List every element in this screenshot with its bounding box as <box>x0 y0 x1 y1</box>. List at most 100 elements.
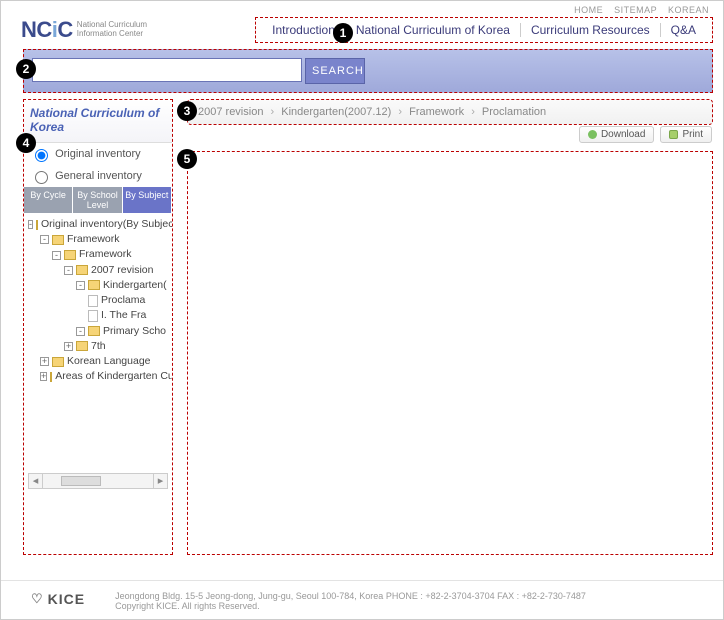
logo-sub1: National Curriculum <box>77 20 147 29</box>
collapse-icon[interactable]: - <box>52 251 61 260</box>
nav-nck[interactable]: National Curriculum of Korea <box>346 21 520 39</box>
document-icon <box>88 295 98 307</box>
callout-4: 4 <box>16 133 36 153</box>
callout-5: 5 <box>177 149 197 169</box>
tree-view[interactable]: -Original inventory(By Subject -Framewor… <box>24 213 172 469</box>
search-input[interactable] <box>32 58 302 82</box>
tree-framework[interactable]: - Framework <box>28 232 170 247</box>
header: NCiC National Curriculum Information Cen… <box>1 17 723 45</box>
print-icon <box>669 130 678 139</box>
tree-primary-school[interactable]: - Primary Scho <box>28 324 170 339</box>
left-panel: National Curriculum of Korea Original in… <box>23 99 173 555</box>
tree-label: 2007 revision <box>91 263 153 278</box>
expand-icon[interactable]: + <box>40 372 47 381</box>
search-button[interactable]: SEARCH <box>305 58 365 84</box>
tree-7th[interactable]: +7th <box>28 339 170 354</box>
nav-curriculum-resources[interactable]: Curriculum Resources <box>521 21 660 39</box>
crumb-proclamation[interactable]: Proclamation <box>482 106 546 118</box>
tree-2007-revision[interactable]: - 2007 revision <box>28 263 170 278</box>
logo-text: NCiC <box>21 17 73 43</box>
tree-root[interactable]: -Original inventory(By Subject <box>28 217 170 232</box>
logo[interactable]: NCiC National Curriculum Information Cen… <box>21 17 147 43</box>
tree-proclamation[interactable]: Proclama <box>28 293 170 308</box>
logo-part-nc: NC <box>21 17 52 42</box>
tree-label: Framework <box>79 247 132 262</box>
folder-icon <box>76 341 88 351</box>
collapse-icon[interactable]: - <box>76 281 85 290</box>
tab-by-school[interactable]: By School Level <box>73 187 122 213</box>
scroll-right-icon[interactable]: ▸ <box>153 474 167 488</box>
footer-logo-text: KICE <box>48 591 85 607</box>
tree-korean-language[interactable]: +Korean Language <box>28 354 170 369</box>
callout-1: 1 <box>333 23 353 43</box>
collapse-icon[interactable]: - <box>76 327 85 336</box>
radio-general-input[interactable] <box>35 171 48 184</box>
left-panel-title: National Curriculum of Korea <box>24 100 172 143</box>
expand-icon[interactable]: + <box>40 357 49 366</box>
crumb-2007-revision[interactable]: 2007 revision <box>198 106 263 118</box>
tab-by-subject[interactable]: By Subject <box>123 187 172 213</box>
folder-icon <box>88 280 100 290</box>
tree-label: Original inventory(By Subject <box>41 217 172 232</box>
folder-icon <box>52 357 64 367</box>
download-icon <box>588 130 597 139</box>
folder-icon <box>76 265 88 275</box>
app-frame: 1 2 3 4 5 HOME SITEMAP KOREAN NCiC Natio… <box>0 0 724 620</box>
main-columns: National Curriculum of Korea Original in… <box>1 99 723 555</box>
footer-logo: ♡ KICE <box>31 591 85 607</box>
collapse-icon[interactable]: - <box>28 220 33 229</box>
horizontal-scrollbar[interactable]: ◂ ▸ <box>28 473 168 489</box>
collapse-icon[interactable]: - <box>64 266 73 275</box>
crumb-kindergarten[interactable]: Kindergarten(2007.12) <box>281 106 391 118</box>
tab-by-cycle[interactable]: By Cycle <box>24 187 73 213</box>
folder-icon <box>52 235 64 245</box>
tree-label: Areas of Kindergarten Cu <box>55 369 172 384</box>
logo-subtitle: National Curriculum Information Center <box>77 21 147 39</box>
scroll-left-icon[interactable]: ◂ <box>29 474 43 488</box>
logo-sub2: Information Center <box>77 29 143 38</box>
chevron-right-icon: › <box>471 106 475 118</box>
tree-label: Primary Scho <box>103 324 166 339</box>
callout-3: 3 <box>177 101 197 121</box>
radio-general-label: General inventory <box>55 170 142 182</box>
download-button[interactable]: Download <box>579 126 654 143</box>
tree-label: 7th <box>91 339 106 354</box>
folder-icon <box>88 326 100 336</box>
radio-original-label: Original inventory <box>55 148 141 160</box>
scroll-thumb[interactable] <box>61 476 101 486</box>
tree-framework-2[interactable]: - Framework <box>28 247 170 262</box>
nav-qa[interactable]: Q&A <box>661 21 706 39</box>
tree-the-framework[interactable]: I. The Fra <box>28 308 170 323</box>
util-home[interactable]: HOME <box>574 5 603 15</box>
crumb-framework[interactable]: Framework <box>409 106 464 118</box>
radio-general[interactable]: General inventory <box>24 165 172 187</box>
callout-2: 2 <box>16 59 36 79</box>
print-label: Print <box>682 129 703 140</box>
tree-kindergarten[interactable]: -Kindergarten( <box>28 278 170 293</box>
logo-part-c: C <box>57 17 72 42</box>
radio-original-input[interactable] <box>35 149 48 162</box>
content-actions: Download Print <box>579 126 712 143</box>
util-sitemap[interactable]: SITEMAP <box>614 5 657 15</box>
folder-icon <box>36 220 38 230</box>
footer: ♡ KICE Jeongdong Bldg. 15-5 Jeong-dong, … <box>1 580 723 611</box>
right-column: 2007 revision › Kindergarten(2007.12) › … <box>187 99 713 555</box>
util-korean[interactable]: KOREAN <box>668 5 709 15</box>
expand-icon[interactable]: + <box>64 342 73 351</box>
breadcrumb: 2007 revision › Kindergarten(2007.12) › … <box>187 99 713 125</box>
collapse-icon[interactable]: - <box>40 235 49 244</box>
tree-label: Framework <box>67 232 120 247</box>
tree-areas-kindergarten[interactable]: + Areas of Kindergarten Cu <box>28 369 170 384</box>
left-tabs: By Cycle By School Level By Subject <box>24 187 172 213</box>
footer-address: Jeongdong Bldg. 15-5 Jeong-dong, Jung-gu… <box>115 591 586 601</box>
tree-label: I. The Fra <box>101 308 146 323</box>
chevron-right-icon: › <box>398 106 402 118</box>
document-icon <box>88 310 98 322</box>
utility-nav: HOME SITEMAP KOREAN <box>1 1 723 17</box>
print-button[interactable]: Print <box>660 126 712 143</box>
main-nav: Introduction National Curriculum of Kore… <box>255 17 713 43</box>
radio-original[interactable]: Original inventory <box>24 143 172 165</box>
heart-icon: ♡ <box>31 591 44 607</box>
footer-text: Jeongdong Bldg. 15-5 Jeong-dong, Jung-gu… <box>115 591 586 611</box>
search-bar: SEARCH <box>23 49 713 93</box>
